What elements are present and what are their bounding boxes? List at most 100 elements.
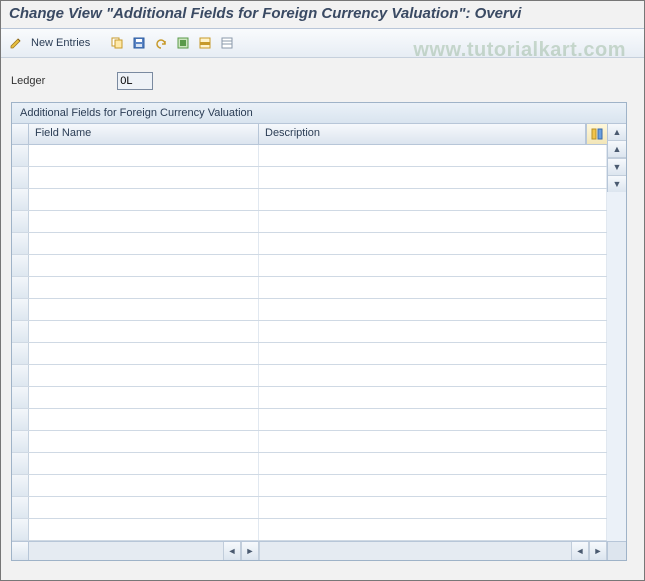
hscroll-left2[interactable]: ◄ [571, 542, 589, 560]
cell-fieldname[interactable] [29, 453, 259, 474]
cell-description[interactable] [259, 453, 607, 474]
configure-columns-button[interactable] [586, 124, 607, 144]
table-body [12, 145, 607, 541]
cell-fieldname[interactable] [29, 189, 259, 210]
cell-description[interactable] [259, 255, 607, 276]
horizontal-scrollbar[interactable]: ◄ ► ◄ ► [12, 541, 626, 560]
scroll-down2-button[interactable]: ▼ [608, 158, 626, 175]
row-selector[interactable] [12, 299, 29, 320]
cell-description[interactable] [259, 431, 607, 452]
cell-description[interactable] [259, 189, 607, 210]
cell-fieldname[interactable] [29, 167, 259, 188]
cell-description[interactable] [259, 409, 607, 430]
cell-fieldname[interactable] [29, 211, 259, 232]
scroll-up2-button[interactable]: ▲ [608, 141, 626, 158]
undo-change-button[interactable] [152, 34, 170, 52]
panel-title: Additional Fields for Foreign Currency V… [12, 103, 626, 124]
undo-icon [154, 36, 168, 50]
row-selector-header[interactable] [12, 124, 29, 144]
cell-description[interactable] [259, 497, 607, 518]
cell-fieldname[interactable] [29, 365, 259, 386]
cell-fieldname[interactable] [29, 277, 259, 298]
vertical-scrollbar[interactable]: ▲ ▲ ▼ ▼ [607, 124, 626, 192]
select-block-button[interactable] [196, 34, 214, 52]
delete-button[interactable] [130, 34, 148, 52]
cell-description[interactable] [259, 519, 607, 540]
cell-fieldname[interactable] [29, 145, 259, 166]
row-selector[interactable] [12, 277, 29, 298]
copy-as-button[interactable] [108, 34, 126, 52]
deselect-all-button[interactable] [218, 34, 236, 52]
row-selector[interactable] [12, 387, 29, 408]
page-title: Change View "Additional Fields for Forei… [1, 1, 644, 29]
row-selector[interactable] [12, 519, 29, 540]
select-all-button[interactable] [174, 34, 192, 52]
cell-description[interactable] [259, 321, 607, 342]
cell-fieldname[interactable] [29, 255, 259, 276]
toggle-display-change-button[interactable] [7, 34, 25, 52]
table-row [12, 145, 607, 167]
toolbar: New Entries [1, 29, 644, 58]
new-entries-button[interactable]: New Entries [29, 37, 96, 49]
configure-columns-icon [591, 128, 603, 140]
row-selector[interactable] [12, 475, 29, 496]
cell-fieldname[interactable] [29, 519, 259, 540]
row-selector[interactable] [12, 431, 29, 452]
cell-fieldname[interactable] [29, 321, 259, 342]
select-block-icon [198, 36, 212, 50]
cell-description[interactable] [259, 167, 607, 188]
row-selector[interactable] [12, 189, 29, 210]
cell-description[interactable] [259, 277, 607, 298]
table-row [12, 299, 607, 321]
table-row [12, 343, 607, 365]
save-icon [132, 36, 146, 50]
cell-fieldname[interactable] [29, 233, 259, 254]
table-row [12, 475, 607, 497]
column-headers: Field Name Description [12, 124, 607, 145]
row-selector[interactable] [12, 453, 29, 474]
row-selector[interactable] [12, 145, 29, 166]
cell-fieldname[interactable] [29, 475, 259, 496]
column-header-description[interactable]: Description [259, 124, 586, 144]
cell-fieldname[interactable] [29, 299, 259, 320]
cell-fieldname[interactable] [29, 497, 259, 518]
row-selector[interactable] [12, 167, 29, 188]
ledger-label: Ledger [11, 75, 45, 87]
table-row [12, 497, 607, 519]
table-row [12, 519, 607, 541]
row-selector[interactable] [12, 497, 29, 518]
cell-description[interactable] [259, 387, 607, 408]
table-row [12, 365, 607, 387]
cell-description[interactable] [259, 145, 607, 166]
column-header-fieldname[interactable]: Field Name [29, 124, 259, 144]
cell-description[interactable] [259, 343, 607, 364]
cell-description[interactable] [259, 475, 607, 496]
cell-description[interactable] [259, 211, 607, 232]
table-row [12, 387, 607, 409]
hscroll-right2[interactable]: ► [589, 542, 607, 560]
cell-fieldname[interactable] [29, 409, 259, 430]
table-row [12, 409, 607, 431]
cell-fieldname[interactable] [29, 343, 259, 364]
scroll-up-button[interactable]: ▲ [608, 124, 626, 141]
hscroll-right1[interactable]: ► [241, 542, 259, 560]
hscroll-left1[interactable]: ◄ [223, 542, 241, 560]
cell-fieldname[interactable] [29, 431, 259, 452]
row-selector[interactable] [12, 321, 29, 342]
cell-fieldname[interactable] [29, 387, 259, 408]
row-selector[interactable] [12, 343, 29, 364]
cell-description[interactable] [259, 233, 607, 254]
table-row [12, 321, 607, 343]
table-row [12, 167, 607, 189]
cell-description[interactable] [259, 299, 607, 320]
row-selector[interactable] [12, 255, 29, 276]
row-selector[interactable] [12, 233, 29, 254]
hscroll-corner-left [12, 542, 29, 560]
row-selector[interactable] [12, 409, 29, 430]
cell-description[interactable] [259, 365, 607, 386]
ledger-input[interactable] [117, 72, 153, 90]
row-selector[interactable] [12, 211, 29, 232]
table-row [12, 255, 607, 277]
row-selector[interactable] [12, 365, 29, 386]
scroll-down-button[interactable]: ▼ [608, 175, 626, 192]
